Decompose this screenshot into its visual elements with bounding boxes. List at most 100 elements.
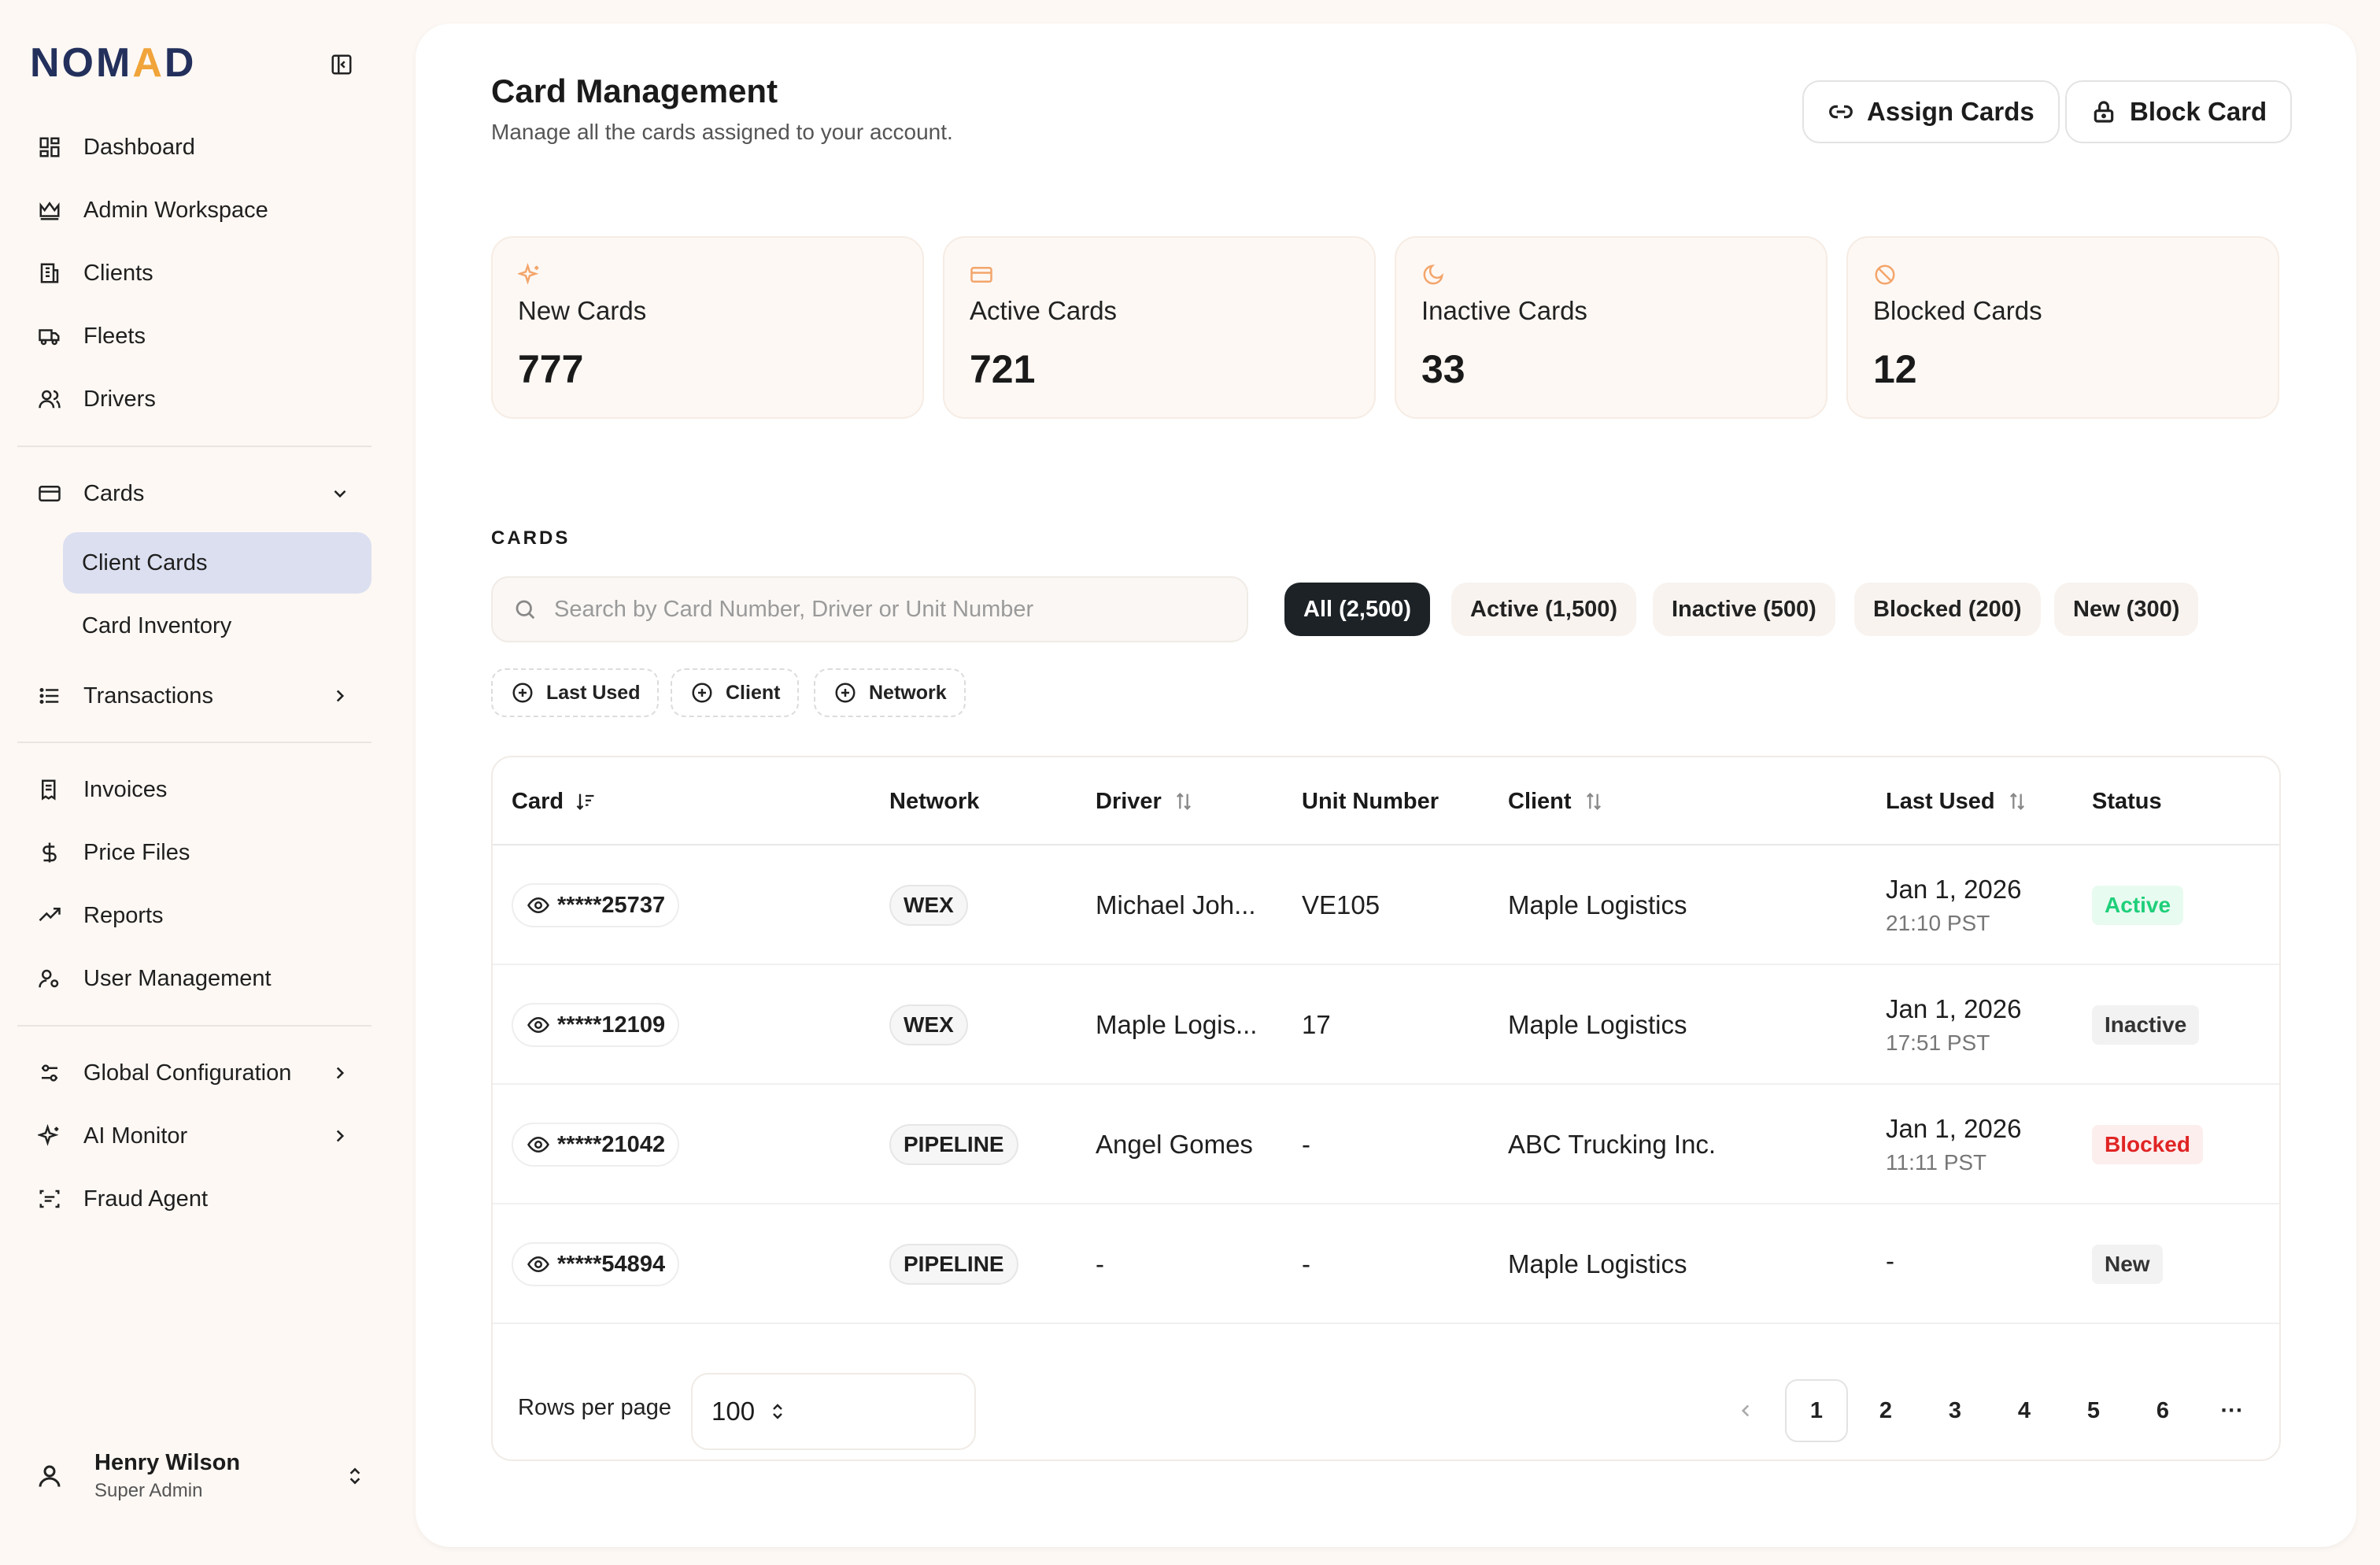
sidebar-item-label: Fleets: [83, 323, 146, 349]
user-avatar-icon: [30, 1456, 69, 1496]
column-header-driver[interactable]: Driver: [1096, 757, 1196, 845]
eye-icon[interactable]: [526, 893, 551, 918]
sidebar-item-label: Clients: [83, 260, 153, 286]
status-badge: Inactive: [2092, 1005, 2200, 1045]
last-used-cell: -: [1886, 1246, 1894, 1275]
filter-last-used[interactable]: Last Used: [491, 668, 660, 717]
filter-network[interactable]: Network: [814, 668, 966, 717]
table-row[interactable]: *****21042 PIPELINE Angel Gomes - ABC Tr…: [493, 1085, 2279, 1204]
eye-icon[interactable]: [526, 1012, 551, 1038]
unit-cell: -: [1302, 1249, 1310, 1278]
pagination-next-button[interactable]: [2270, 1379, 2279, 1442]
pagination-page-6[interactable]: 6: [2131, 1379, 2194, 1442]
client-cell: Maple Logistics: [1508, 1249, 1687, 1278]
sidebar-item-clients[interactable]: Clients: [17, 246, 371, 301]
search-input[interactable]: [554, 596, 1231, 623]
sidebar-item-client-cards[interactable]: Client Cards: [63, 532, 371, 594]
link-icon: [1828, 98, 1854, 125]
eye-icon[interactable]: [526, 1132, 551, 1157]
eye-icon[interactable]: [526, 1252, 551, 1277]
table-row[interactable]: *****12109 WEX Maple Logis... 17 Maple L…: [493, 965, 2279, 1085]
tab-inactive[interactable]: Inactive (500): [1653, 583, 1835, 636]
pagination-page-3[interactable]: 3: [1924, 1379, 1986, 1442]
driver-cell: -: [1096, 1249, 1104, 1278]
sidebar-item-dashboard[interactable]: Dashboard: [17, 120, 371, 175]
tab-new[interactable]: New (300): [2054, 583, 2199, 636]
sidebar-item-label: User Management: [83, 965, 272, 991]
pagination-page-4[interactable]: 4: [1993, 1379, 2056, 1442]
tab-all[interactable]: All (2,500): [1284, 583, 1430, 636]
sidebar-item-label: Invoices: [83, 776, 168, 802]
sidebar: NOMAD Dashboard Admin Workspace Clients …: [0, 0, 409, 1565]
column-header-last-used[interactable]: Last Used: [1886, 757, 2030, 845]
column-header-card[interactable]: Card: [512, 757, 598, 845]
pagination-page-5[interactable]: 5: [2062, 1379, 2125, 1442]
pagination-page-1[interactable]: 1: [1785, 1379, 1848, 1442]
cards-table: Card Network Driver Unit Number Client L…: [491, 756, 2281, 1461]
sidebar-item-label: Card Inventory: [82, 612, 232, 638]
list-icon: [36, 683, 63, 709]
sidebar-item-fleets[interactable]: Fleets: [17, 309, 371, 364]
chevron-right-icon: [327, 1123, 353, 1149]
block-card-button[interactable]: Block Card: [2065, 80, 2293, 143]
card-number-chip[interactable]: *****54894: [512, 1242, 680, 1286]
tab-active[interactable]: Active (1,500): [1451, 583, 1636, 636]
plus-circle-icon: [510, 680, 535, 705]
user-profile[interactable]: Henry Wilson Super Admin: [30, 1441, 368, 1511]
status-badge: Active: [2092, 886, 2184, 925]
sort-arrows-icon: [1581, 789, 1606, 814]
table-header: Card Network Driver Unit Number Client L…: [493, 757, 2279, 845]
card-number-chip[interactable]: *****21042: [512, 1123, 680, 1167]
sidebar-item-drivers[interactable]: Drivers: [17, 372, 371, 427]
sidebar-item-global-configuration[interactable]: Global Configuration: [17, 1045, 371, 1101]
sidebar-collapse-button[interactable]: [324, 47, 359, 82]
sidebar-item-ai-monitor[interactable]: AI Monitor: [17, 1108, 371, 1164]
search-box[interactable]: [491, 576, 1248, 642]
sidebar-item-reports[interactable]: Reports: [17, 888, 371, 943]
sidebar-item-label: Drivers: [83, 386, 156, 412]
driver-cell: Michael Joh...: [1096, 890, 1256, 919]
sidebar-divider: [17, 1025, 371, 1027]
column-header-client[interactable]: Client: [1508, 757, 1606, 845]
lock-icon: [2090, 98, 2117, 125]
filter-client[interactable]: Client: [671, 668, 800, 717]
sidebar-item-label: Client Cards: [82, 549, 208, 575]
sidebar-item-user-management[interactable]: User Management: [17, 951, 371, 1006]
sidebar-item-transactions[interactable]: Transactions: [17, 668, 371, 723]
chevrons-up-down-icon: [766, 1400, 789, 1423]
pagination-prev-button[interactable]: [1714, 1379, 1777, 1442]
last-used-cell: Jan 1, 2026 17:51 PST: [1886, 994, 2022, 1055]
assign-cards-button[interactable]: Assign Cards: [1802, 80, 2060, 143]
plus-circle-icon: [833, 680, 858, 705]
brand-logo[interactable]: NOMAD: [30, 39, 196, 87]
chevrons-up-down-icon: [342, 1463, 368, 1489]
user-cog-icon: [36, 965, 63, 992]
logo-row: NOMAD: [30, 39, 360, 87]
sidebar-item-cards[interactable]: Cards: [17, 466, 371, 521]
dollar-icon: [36, 839, 63, 866]
sidebar-divider: [17, 742, 371, 743]
status-badge: Blocked: [2092, 1125, 2203, 1164]
sparkles-icon: [36, 1123, 63, 1149]
credit-card-icon: [968, 261, 995, 288]
sidebar-item-label: Cards: [83, 480, 145, 506]
sparkles-icon: [516, 261, 543, 288]
pagination-ellipsis[interactable]: ···: [2201, 1379, 2264, 1442]
sidebar-item-fraud-agent[interactable]: Fraud Agent: [17, 1171, 371, 1226]
user-role: Super Admin: [94, 1480, 203, 1501]
card-number-chip[interactable]: *****12109: [512, 1003, 680, 1047]
unit-cell: VE105: [1302, 890, 1380, 919]
pagination-page-2[interactable]: 2: [1854, 1379, 1917, 1442]
sidebar-item-label: Price Files: [83, 839, 190, 865]
invoice-icon: [36, 776, 63, 803]
table-row[interactable]: *****25737 WEX Michael Joh... VE105 Mapl…: [493, 845, 2279, 965]
sidebar-item-admin-workspace[interactable]: Admin Workspace: [17, 183, 371, 238]
main-panel: Card Management Manage all the cards ass…: [416, 24, 2356, 1547]
card-number-chip[interactable]: *****25737: [512, 883, 680, 927]
table-row[interactable]: *****54894 PIPELINE - - Maple Logistics …: [493, 1204, 2279, 1324]
rows-per-page-select[interactable]: 100: [691, 1373, 976, 1450]
sidebar-item-card-inventory[interactable]: Card Inventory: [63, 595, 371, 657]
tab-blocked[interactable]: Blocked (200): [1854, 583, 2041, 636]
sidebar-item-price-files[interactable]: Price Files: [17, 825, 371, 880]
sidebar-item-invoices[interactable]: Invoices: [17, 762, 371, 817]
